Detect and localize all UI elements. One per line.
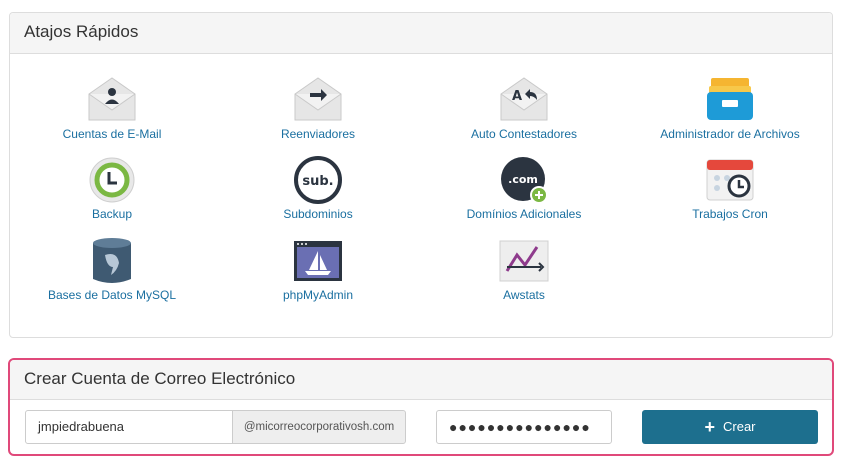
shortcut-label: Auto Contestadores <box>470 127 578 141</box>
shortcut-label: Administrador de Archivos <box>660 127 800 141</box>
create-account-button[interactable]: + Crear <box>642 410 818 444</box>
shortcut-cron-jobs[interactable]: Trabajos Cron <box>627 156 833 221</box>
mysql-icon <box>93 238 131 283</box>
shortcut-label: Reenviadores <box>280 127 356 141</box>
plus-icon: + <box>704 417 715 437</box>
subdomains-icon: sub. <box>294 156 342 204</box>
password-input[interactable]: ●●●●●●●●●●●●●●● <box>436 410 612 444</box>
shortcut-label: Cuentas de E-Mail <box>62 127 162 141</box>
shortcut-backup[interactable]: Backup <box>9 156 215 221</box>
addon-domains-icon-text: .com <box>508 173 538 186</box>
email-username-input[interactable]: jmpiedrabuena <box>25 410 233 444</box>
cron-jobs-icon <box>706 159 754 201</box>
shortcut-phpmyadmin[interactable]: phpMyAdmin <box>215 237 421 302</box>
file-manager-icon <box>707 78 753 120</box>
awstats-icon <box>499 240 549 282</box>
shortcut-label: Awstats <box>503 288 545 302</box>
shortcut-label: Subdominios <box>283 207 353 221</box>
shortcut-addon-domains[interactable]: .com Domínios Adicionales <box>421 156 627 221</box>
create-email-heading: Crear Cuenta de Correo Electrónico <box>10 360 832 400</box>
subdomains-icon-text: sub. <box>302 174 333 189</box>
svg-text:A: A <box>512 89 522 104</box>
autoresponders-icon: A <box>500 77 548 121</box>
shortcuts-heading: Atajos Rápidos <box>10 13 832 54</box>
shortcut-email-accounts[interactable]: Cuentas de E-Mail <box>9 76 215 141</box>
phpmyadmin-icon <box>294 241 342 281</box>
shortcut-label: phpMyAdmin <box>282 288 354 302</box>
shortcut-autoresponders[interactable]: A Auto Contestadores <box>421 76 627 141</box>
shortcut-label: Domínios Adicionales <box>466 207 582 221</box>
email-domain-addon: @micorreocorporativosh.com <box>232 410 406 444</box>
backup-icon <box>89 157 135 203</box>
forwarders-icon <box>294 77 342 121</box>
shortcut-mysql[interactable]: Bases de Datos MySQL <box>9 237 215 302</box>
email-accounts-icon <box>88 77 136 121</box>
shortcut-label: Bases de Datos MySQL <box>47 288 177 302</box>
shortcut-file-manager[interactable]: Administrador de Archivos <box>627 76 833 141</box>
addon-domains-icon: .com <box>501 157 548 204</box>
shortcut-label: Backup <box>91 207 133 221</box>
shortcut-label: Trabajos Cron <box>692 207 768 221</box>
create-button-label: Crear <box>723 419 756 434</box>
shortcut-forwarders[interactable]: Reenviadores <box>215 76 421 141</box>
shortcut-awstats[interactable]: Awstats <box>421 237 627 302</box>
shortcut-subdomains[interactable]: sub. Subdominios <box>215 156 421 221</box>
